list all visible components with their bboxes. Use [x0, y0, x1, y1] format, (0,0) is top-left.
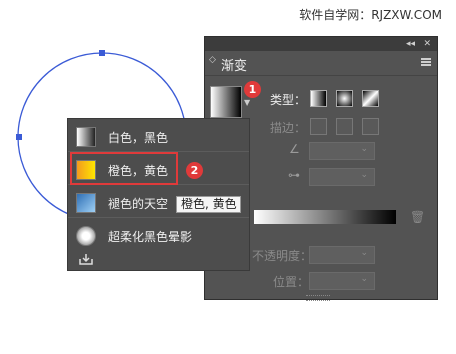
trash-icon[interactable]: 🗑	[410, 210, 425, 224]
preset-tooltip: 橙色, 黄色	[176, 196, 241, 213]
swatch-dropdown-icon[interactable]: ▼	[244, 98, 250, 107]
anchor-point-left	[16, 134, 22, 140]
position-select[interactable]: ⌄	[309, 272, 375, 290]
panel-resize-grip[interactable]	[306, 295, 330, 301]
preset-label: 褪色的天空	[108, 197, 169, 211]
angle-icon: ∠	[289, 142, 300, 156]
gradient-slider[interactable]	[254, 210, 396, 224]
tab-arrows-icon[interactable]: ◇	[209, 55, 216, 65]
stroke-along-button[interactable]	[336, 118, 353, 135]
panel-header: ◇ 渐变	[205, 51, 437, 76]
preset-thumb	[76, 127, 96, 147]
stroke-within-button[interactable]	[310, 118, 327, 135]
panel-menu-icon[interactable]	[421, 58, 431, 66]
anchor-point-top	[99, 50, 105, 56]
angle-select[interactable]: ⌄	[309, 142, 375, 160]
preset-item-white-black[interactable]: 白色，黑色	[68, 123, 249, 152]
panel-title[interactable]: 渐变	[221, 55, 247, 74]
step-badge-2: 2	[186, 162, 203, 179]
step-badge-1: 1	[244, 81, 261, 98]
preset-item-soft-vignette[interactable]: 超柔化黑色晕影	[68, 222, 249, 250]
stroke-label: 描边：	[270, 121, 307, 135]
opacity-label: 不透明度：	[252, 249, 313, 263]
preset-label: 超柔化黑色晕影	[108, 230, 193, 244]
close-icon[interactable]: ✕	[423, 37, 431, 51]
aspect-ratio-select[interactable]: ⌄	[309, 168, 375, 186]
highlight-box	[70, 152, 178, 185]
save-preset-icon[interactable]	[79, 253, 93, 265]
aspect-ratio-icon: ⊶	[288, 168, 300, 182]
linear-type-button[interactable]	[310, 90, 327, 107]
freeform-type-button[interactable]	[362, 90, 379, 107]
position-label: 位置：	[273, 275, 310, 289]
gradient-swatch-preview[interactable]	[210, 86, 242, 118]
preset-thumb	[76, 226, 96, 246]
type-label: 类型：	[270, 93, 307, 107]
collapse-icon[interactable]: ◂◂	[406, 37, 415, 51]
panel-topbar[interactable]: ◂◂ ✕	[205, 37, 437, 51]
preset-thumb	[76, 193, 96, 213]
preset-label: 白色，黑色	[108, 131, 169, 145]
stroke-across-button[interactable]	[362, 118, 379, 135]
radial-type-button[interactable]	[336, 90, 353, 107]
opacity-select[interactable]: ⌄	[309, 246, 375, 264]
gradient-presets-dropdown: 白色，黑色 橙色，黄色 褪色的天空 超柔化黑色晕影	[67, 118, 250, 271]
